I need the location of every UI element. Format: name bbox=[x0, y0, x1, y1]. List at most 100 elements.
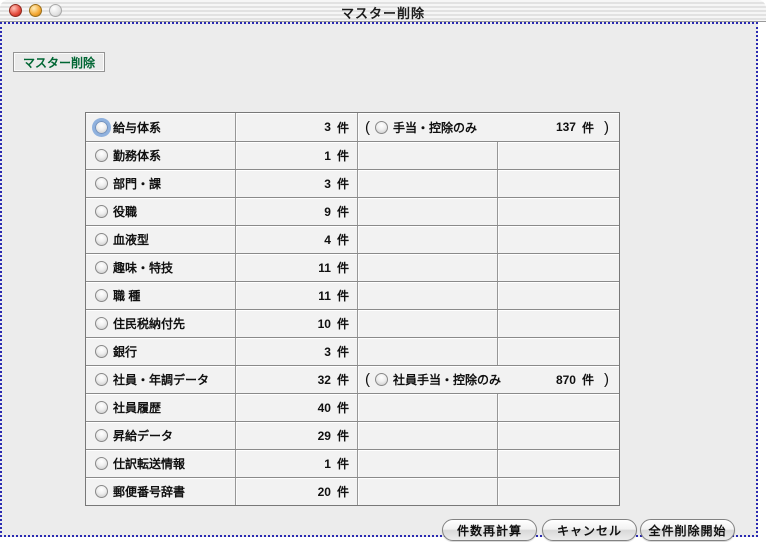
row-count: 40 bbox=[318, 401, 331, 415]
sub-count-unit: 件 bbox=[582, 119, 594, 136]
table-row: 職 種 11 件 bbox=[86, 281, 619, 309]
paren-close: ) bbox=[604, 119, 609, 136]
row-count-unit: 件 bbox=[337, 371, 349, 388]
empty-cell bbox=[357, 310, 497, 337]
row-label: 昇給データ bbox=[113, 427, 173, 444]
row-count-unit: 件 bbox=[337, 399, 349, 416]
empty-cell bbox=[357, 170, 497, 197]
empty-cell bbox=[357, 198, 497, 225]
row-radio[interactable] bbox=[95, 205, 108, 218]
paren-open: ( bbox=[365, 371, 370, 388]
sub-label: 社員手当・控除のみ bbox=[393, 371, 501, 388]
row-radio[interactable] bbox=[95, 485, 108, 498]
empty-cell bbox=[357, 422, 497, 449]
table-row: 郵便番号辞書 20 件 bbox=[86, 477, 619, 505]
table-row: 部門・課 3 件 bbox=[86, 169, 619, 197]
row-count-unit: 件 bbox=[337, 259, 349, 276]
row-count: 3 bbox=[324, 120, 331, 134]
row-label: 血液型 bbox=[113, 231, 149, 248]
row-count-unit: 件 bbox=[337, 455, 349, 472]
empty-cell bbox=[497, 394, 619, 421]
table-row: 仕訳転送情報 1 件 bbox=[86, 449, 619, 477]
row-label: 住民税納付先 bbox=[113, 315, 185, 332]
row-radio[interactable] bbox=[95, 345, 108, 358]
empty-cell bbox=[357, 226, 497, 253]
row-label: 郵便番号辞書 bbox=[113, 483, 185, 500]
row-count: 20 bbox=[318, 485, 331, 499]
row-radio[interactable] bbox=[95, 177, 108, 190]
titlebar: マスター削除 bbox=[0, 0, 766, 22]
row-label: 勤務体系 bbox=[113, 147, 161, 164]
row-count-unit: 件 bbox=[337, 147, 349, 164]
row-label: 銀行 bbox=[113, 343, 137, 360]
row-count-unit: 件 bbox=[337, 119, 349, 136]
row-radio[interactable] bbox=[95, 289, 108, 302]
row-radio[interactable] bbox=[95, 401, 108, 414]
table-row: 役職 9 件 bbox=[86, 197, 619, 225]
empty-cell bbox=[497, 170, 619, 197]
table-row: 趣味・特技 11 件 bbox=[86, 253, 619, 281]
row-count-unit: 件 bbox=[337, 175, 349, 192]
empty-cell bbox=[497, 422, 619, 449]
row-radio[interactable] bbox=[95, 121, 108, 134]
empty-cell bbox=[497, 338, 619, 365]
row-radio[interactable] bbox=[95, 457, 108, 470]
row-label: 給与体系 bbox=[113, 119, 161, 136]
sub-radio[interactable] bbox=[375, 121, 388, 134]
table-row: 昇給データ 29 件 bbox=[86, 421, 619, 449]
row-count-unit: 件 bbox=[337, 343, 349, 360]
recalc-button[interactable]: 件数再計算 bbox=[442, 519, 537, 541]
form-area: マスター削除 給与体系 3 件 ( 手当・控除のみ 137 件 bbox=[0, 22, 758, 537]
empty-cell bbox=[357, 254, 497, 281]
row-radio[interactable] bbox=[95, 261, 108, 274]
row-label: 職 種 bbox=[113, 287, 140, 304]
row-radio[interactable] bbox=[95, 233, 108, 246]
empty-cell bbox=[357, 338, 497, 365]
master-delete-window: マスター削除 マスター削除 給与体系 3 件 ( 手当・控除のみ bbox=[0, 0, 768, 542]
empty-cell bbox=[357, 450, 497, 477]
empty-cell bbox=[497, 226, 619, 253]
sub-label: 手当・控除のみ bbox=[393, 119, 477, 136]
row-count-unit: 件 bbox=[337, 427, 349, 444]
row-radio[interactable] bbox=[95, 373, 108, 386]
row-count: 10 bbox=[318, 317, 331, 331]
table-row: 勤務体系 1 件 bbox=[86, 141, 619, 169]
row-count-unit: 件 bbox=[337, 203, 349, 220]
empty-cell bbox=[497, 142, 619, 169]
master-table: 給与体系 3 件 ( 手当・控除のみ 137 件 ) bbox=[85, 112, 620, 506]
master-delete-tag: マスター削除 bbox=[13, 52, 105, 72]
row-count: 3 bbox=[324, 177, 331, 191]
empty-cell bbox=[497, 254, 619, 281]
empty-cell bbox=[357, 282, 497, 309]
delete-all-button[interactable]: 全件削除開始 bbox=[640, 519, 735, 541]
table-row: 社員・年調データ 32 件 ( 社員手当・控除のみ 870 件 ) bbox=[86, 365, 619, 393]
empty-cell bbox=[357, 478, 497, 505]
empty-cell bbox=[357, 142, 497, 169]
window-title: マスター削除 bbox=[0, 3, 766, 22]
row-count: 3 bbox=[324, 345, 331, 359]
row-radio[interactable] bbox=[95, 429, 108, 442]
row-count: 1 bbox=[324, 457, 331, 471]
table-row: 銀行 3 件 bbox=[86, 337, 619, 365]
empty-cell bbox=[497, 198, 619, 225]
row-radio[interactable] bbox=[95, 149, 108, 162]
empty-cell bbox=[357, 394, 497, 421]
sub-radio[interactable] bbox=[375, 373, 388, 386]
row-label: 社員・年調データ bbox=[113, 371, 209, 388]
cancel-button[interactable]: キャンセル bbox=[542, 519, 637, 541]
row-radio[interactable] bbox=[95, 317, 108, 330]
row-label: 部門・課 bbox=[113, 175, 161, 192]
row-count: 1 bbox=[324, 149, 331, 163]
empty-cell bbox=[497, 450, 619, 477]
row-count: 11 bbox=[318, 261, 331, 275]
sub-count: 870 bbox=[556, 373, 576, 387]
table-row: 血液型 4 件 bbox=[86, 225, 619, 253]
row-count-unit: 件 bbox=[337, 315, 349, 332]
row-label: 社員履歴 bbox=[113, 399, 161, 416]
row-label: 趣味・特技 bbox=[113, 259, 173, 276]
table-row: 社員履歴 40 件 bbox=[86, 393, 619, 421]
empty-cell bbox=[497, 282, 619, 309]
paren-open: ( bbox=[365, 119, 370, 136]
row-count-unit: 件 bbox=[337, 231, 349, 248]
row-count: 11 bbox=[318, 289, 331, 303]
